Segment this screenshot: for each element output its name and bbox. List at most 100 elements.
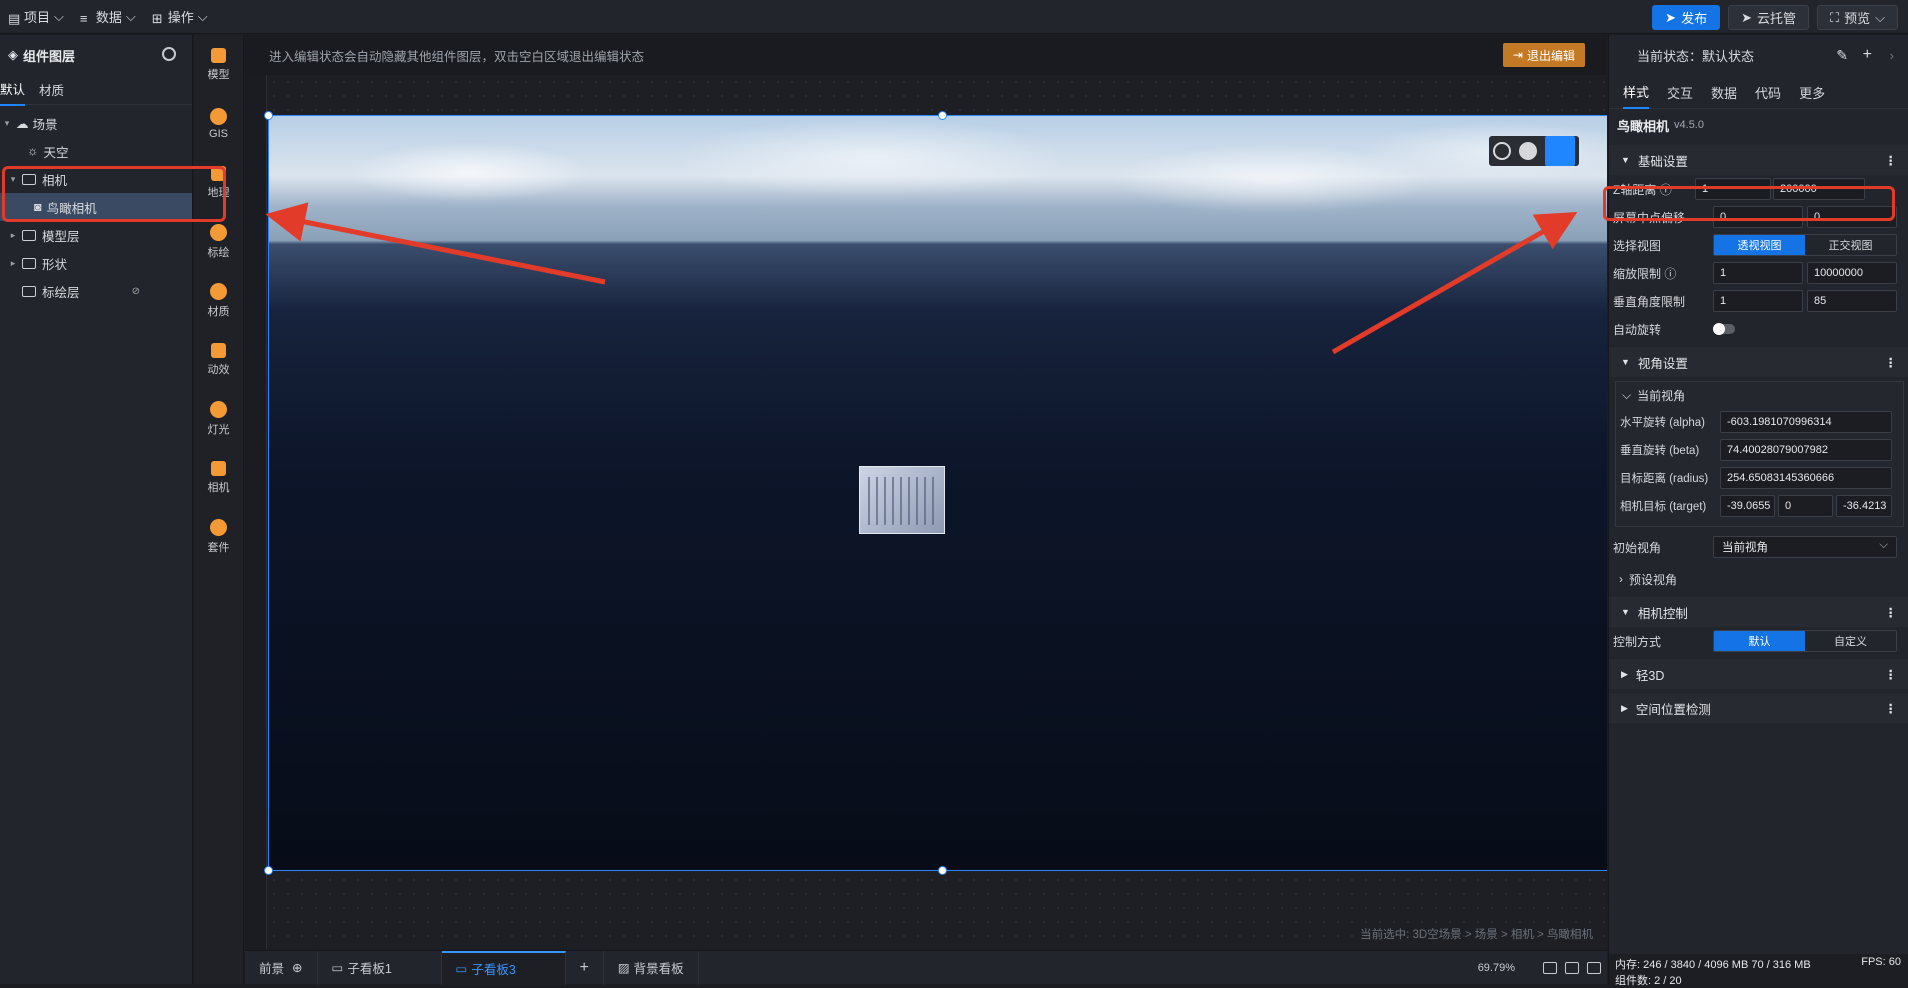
help-icon[interactable]: ⓘ xyxy=(1664,267,1676,281)
properties-panel: 当前状态：默认状态 ✎ + › 样式 交互 数据 代码 更多 鸟瞰相机 v4.5.… xyxy=(1608,35,1908,987)
keyboard-icon[interactable] xyxy=(1565,961,1579,974)
more-icon[interactable]: ⋮ xyxy=(1885,701,1897,716)
component-light[interactable]: 灯光 xyxy=(194,389,243,448)
tab-code[interactable]: 代码 xyxy=(1755,83,1781,102)
field-label: 垂直旋转 (beta) xyxy=(1620,445,1700,457)
more-icon[interactable]: ⋮ xyxy=(1885,667,1897,682)
tree-node-plot-layer[interactable]: 标绘层 ⊘ xyxy=(0,277,192,305)
edit-icon[interactable]: ✎ xyxy=(1836,47,1848,64)
publish-button[interactable]: ➤ 发布 xyxy=(1652,5,1721,30)
expand-icon[interactable]: ▾ xyxy=(2,118,12,129)
tab-material[interactable]: 材质 xyxy=(39,74,64,105)
perspective-option[interactable]: 透视视图 xyxy=(1714,235,1805,255)
component-kit[interactable]: 套件 xyxy=(194,507,243,566)
section-camera-control[interactable]: ▼ 相机控制 ⋮ xyxy=(1609,597,1908,627)
expand-icon[interactable]: ▸ xyxy=(8,230,18,241)
row-preset-view[interactable]: › 预设视角 xyxy=(1609,565,1908,593)
preview-button[interactable]: ⛶ 预览 ⌵ xyxy=(1817,5,1898,30)
sphere-icon[interactable] xyxy=(1519,142,1537,160)
tab-foreground[interactable]: 前景 ⊕ xyxy=(245,950,318,985)
tree-node-sky[interactable]: ☼ 天空 xyxy=(0,137,192,165)
expand-icon: ▶ xyxy=(1621,668,1628,679)
tab-background-board[interactable]: ▨ 背景看板 xyxy=(604,950,699,985)
resize-handle[interactable] xyxy=(938,866,947,875)
resize-handle[interactable] xyxy=(264,111,273,120)
orthographic-option[interactable]: 正交视图 xyxy=(1805,235,1896,255)
cloud-label: 云托管 xyxy=(1757,11,1797,26)
monitor-icon: ▭ xyxy=(455,962,468,976)
terminal-icon[interactable] xyxy=(1587,961,1601,974)
exit-edit-button[interactable]: ⇥ 退出编辑 xyxy=(1502,43,1585,67)
background-icon: ▨ xyxy=(617,961,630,975)
row-zoom-limit: 缩放限制 ⓘ 1 10000000 xyxy=(1609,259,1908,287)
auto-rotate-toggle[interactable] xyxy=(1713,323,1735,335)
chevron-right-icon[interactable]: › xyxy=(1890,48,1894,63)
tab-interaction[interactable]: 交互 xyxy=(1667,83,1693,102)
tab-subboard-3[interactable]: ▭ 子看板3 xyxy=(441,950,566,985)
row-initial-view: 初始视角 当前视角 xyxy=(1609,533,1908,561)
expand-icon[interactable]: ▸ xyxy=(8,258,18,269)
rotate-icon[interactable] xyxy=(1545,136,1575,166)
mode-default-option[interactable]: 默认 xyxy=(1714,631,1805,651)
component-gis[interactable]: GIS xyxy=(194,94,243,153)
component-camera[interactable]: 相机 xyxy=(194,448,243,507)
more-icon[interactable]: ⋮ xyxy=(1885,605,1897,620)
tab-more[interactable]: 更多 xyxy=(1799,83,1825,102)
target-y-input[interactable]: 0 xyxy=(1778,495,1833,517)
resize-handle[interactable] xyxy=(938,111,947,120)
icon-label: 模型 xyxy=(207,68,230,81)
angle-min-input[interactable]: 1 xyxy=(1713,290,1803,312)
add-circle-icon[interactable]: ⊕ xyxy=(292,960,302,975)
plus-icon[interactable]: + xyxy=(1863,46,1872,64)
3d-viewport[interactable] xyxy=(268,115,1607,871)
field-label: 自动旋转 xyxy=(1613,322,1662,337)
sky-icon: ☼ xyxy=(27,144,39,158)
zoom-max-input[interactable]: 10000000 xyxy=(1807,262,1897,284)
menu-data[interactable]: ≡ 数据 ⌵ xyxy=(72,0,144,34)
fit-screen-icon[interactable] xyxy=(1543,961,1557,974)
building-model[interactable] xyxy=(859,466,945,534)
initial-view-select[interactable]: 当前视角 xyxy=(1713,536,1897,558)
section-spatial-detect[interactable]: ▶ 空间位置检测 ⋮ xyxy=(1609,693,1908,723)
more-icon[interactable]: ⋮ xyxy=(1885,153,1897,168)
section-view[interactable]: ▼ 视角设置 ⋮ xyxy=(1609,347,1908,377)
zoom-min-input[interactable]: 1 xyxy=(1713,262,1803,284)
alpha-input[interactable]: -603.1981070996314 xyxy=(1720,411,1892,433)
globe-icon[interactable] xyxy=(1493,142,1511,160)
angle-max-input[interactable]: 85 xyxy=(1807,290,1897,312)
field-label: 缩放限制 ⓘ xyxy=(1613,266,1677,281)
tab-data[interactable]: 数据 xyxy=(1711,83,1737,102)
mode-custom-option[interactable]: 自定义 xyxy=(1805,631,1896,651)
zoom-level[interactable]: 69.79% xyxy=(1478,962,1515,974)
section-basic[interactable]: ▼ 基础设置 ⋮ xyxy=(1609,145,1908,175)
tree-node-model-layer[interactable]: ▸ 模型层 xyxy=(0,221,192,249)
menu-project[interactable]: ▤ 项目 ⌵ xyxy=(0,0,72,34)
publish-label: 发布 xyxy=(1681,11,1708,26)
section-light3d[interactable]: ▶ 轻3D ⋮ xyxy=(1609,659,1908,689)
target-z-input[interactable]: -36.4213 xyxy=(1836,495,1892,517)
search-icon[interactable] xyxy=(162,47,176,61)
add-board-button[interactable]: + xyxy=(566,950,604,985)
current-view-header[interactable]: ⌵ 当前视角 xyxy=(1616,382,1903,408)
beta-input[interactable]: 74.40028079007982 xyxy=(1720,439,1892,461)
component-effect[interactable]: 动效 xyxy=(194,330,243,389)
row-radius: 目标距离 (radius) 254.65083145360666 xyxy=(1616,464,1903,492)
tab-subboard-1[interactable]: ▭ 子看板1 xyxy=(318,950,442,985)
eye-hidden-icon[interactable]: ⊘ xyxy=(132,286,140,297)
icon-label: 灯光 xyxy=(207,423,230,436)
cloud-host-button[interactable]: ➤ 云托管 xyxy=(1728,5,1810,30)
component-material[interactable]: 材质 xyxy=(194,271,243,330)
tree-node-shape[interactable]: ▸ 形状 xyxy=(0,249,192,277)
target-x-input[interactable]: -39.0655 xyxy=(1720,495,1775,517)
more-icon[interactable]: ⋮ xyxy=(1885,355,1897,370)
component-model[interactable]: 模型 xyxy=(194,35,243,94)
tab-style[interactable]: 样式 xyxy=(1623,82,1650,109)
resize-handle[interactable] xyxy=(264,866,273,875)
radius-input[interactable]: 254.65083145360666 xyxy=(1720,467,1892,489)
tab-default[interactable]: 默认 xyxy=(0,73,26,106)
editor-canvas[interactable]: 进入编辑状态会自动隐藏其他组件图层，双击空白区域退出编辑状态 ⇥ 退出编辑 当前选… xyxy=(245,35,1607,949)
tree-node-scene[interactable]: ▾ ☁ 场景 xyxy=(0,109,192,137)
menu-operations[interactable]: ⊞ 操作 ⌵ xyxy=(144,0,216,34)
fullscreen-icon: ⛶ xyxy=(1830,9,1840,25)
fps-status: FPS: 60 xyxy=(1861,956,1901,968)
